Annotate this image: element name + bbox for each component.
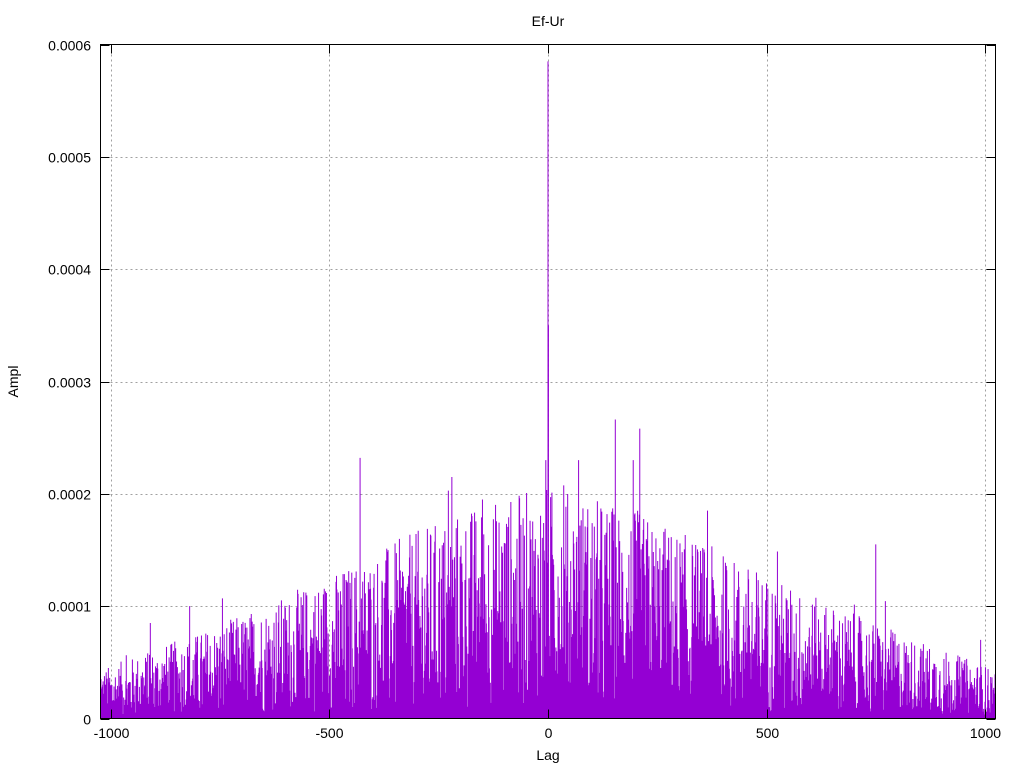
y-tick-label: 0.0001 — [48, 599, 91, 615]
chart: -1000 -500 0 500 1000 0 0.0001 0.0002 0.0003 0.00… — [5, 13, 1001, 763]
y-tick-label: 0.0005 — [48, 150, 91, 166]
y-tick-label: 0.0006 — [48, 38, 91, 54]
series-impulses — [100, 61, 996, 719]
x-tick-label: 1000 — [970, 725, 1001, 741]
y-tick-label: 0 — [83, 712, 91, 728]
x-axis-label: Lag — [536, 747, 559, 763]
y-axis-label: Ampl — [5, 366, 21, 398]
chart-title: Ef-Ur — [532, 13, 565, 29]
y-tick-label: 0.0003 — [48, 375, 91, 391]
impulse-series — [100, 61, 996, 719]
y-tick-label: 0.0002 — [48, 487, 91, 503]
x-tick-label: -1000 — [94, 725, 130, 741]
x-tick-label: 0 — [545, 725, 553, 741]
x-tick-label: -500 — [315, 725, 343, 741]
y-tick-label: 0.0004 — [48, 262, 91, 278]
x-tick-label: 500 — [756, 725, 780, 741]
